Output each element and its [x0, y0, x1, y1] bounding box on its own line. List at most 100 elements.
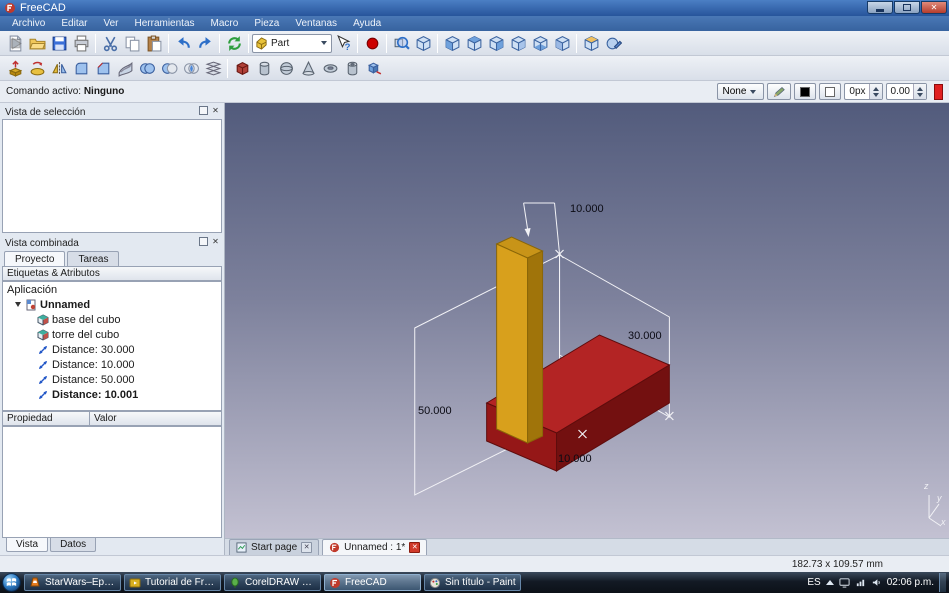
workbench-selector[interactable]: Part	[252, 34, 332, 53]
spin-down-icon[interactable]	[873, 93, 879, 97]
pen-style-button[interactable]	[767, 83, 791, 100]
cross-sections-button[interactable]	[202, 57, 224, 79]
float-panel-icon[interactable]	[199, 106, 208, 115]
menu-archivo[interactable]: Archivo	[4, 18, 53, 29]
tree-item-distance-10-001[interactable]: Distance: 10.001	[3, 387, 221, 402]
fill-color-swatch[interactable]	[819, 83, 841, 100]
primitive-sphere-button[interactable]	[275, 57, 297, 79]
close-button[interactable]	[921, 1, 947, 14]
tree-item-distance-10[interactable]: Distance: 10.000	[3, 357, 221, 372]
float-panel-icon[interactable]	[199, 237, 208, 246]
copy-button[interactable]	[121, 32, 143, 54]
rear-view-button[interactable]	[507, 32, 529, 54]
tab-vista[interactable]: Vista	[6, 538, 48, 552]
primitive-cylinder-button[interactable]	[253, 57, 275, 79]
menu-pieza[interactable]: Pieza	[246, 18, 287, 29]
shape-builder-button[interactable]	[363, 57, 385, 79]
mirror-button[interactable]	[48, 57, 70, 79]
clock[interactable]: 02:06 p.m.	[887, 577, 934, 588]
fillet-button[interactable]	[70, 57, 92, 79]
taskbar-button-media-player[interactable]: StarWars–Episode1 - ...	[24, 574, 121, 591]
record-macro-button[interactable]	[361, 32, 383, 54]
combined-view-title[interactable]: Vista combinada	[2, 236, 222, 250]
paste-button[interactable]	[143, 32, 165, 54]
primitive-torus-button[interactable]	[319, 57, 341, 79]
line-color-swatch[interactable]	[794, 83, 816, 100]
draw-style-button[interactable]	[602, 32, 624, 54]
show-desktop-button[interactable]	[939, 573, 946, 592]
taskbar-button-coreldraw[interactable]: CorelDRAW X7 - C:\...	[224, 574, 321, 591]
right-view-button[interactable]	[485, 32, 507, 54]
start-button[interactable]	[2, 573, 21, 592]
primitive-cone-button[interactable]	[297, 57, 319, 79]
tree-root-application[interactable]: Aplicación	[3, 282, 221, 297]
tab-unnamed-document[interactable]: Unnamed : 1*	[322, 539, 427, 555]
tab-start-page[interactable]: Start page	[229, 539, 319, 555]
menu-ver[interactable]: Ver	[95, 18, 126, 29]
tree-item-distance-50[interactable]: Distance: 50.000	[3, 372, 221, 387]
tab-datos[interactable]: Datos	[50, 538, 96, 552]
tree-item-unnamed-document[interactable]: Unnamed	[3, 297, 221, 312]
spin-up-icon[interactable]	[873, 87, 879, 91]
tree-item-base-del-cubo[interactable]: base del cubo	[3, 312, 221, 327]
refresh-button[interactable]	[223, 32, 245, 54]
boolean-cut-button[interactable]	[158, 57, 180, 79]
line-style-select[interactable]: None	[717, 83, 765, 100]
taskbar-button-tutorial[interactable]: Tutorial de Freecad: ...	[124, 574, 221, 591]
menu-ventanas[interactable]: Ventanas	[287, 18, 345, 29]
column-valor[interactable]: Valor	[90, 411, 222, 426]
axonometric-view-button[interactable]	[412, 32, 434, 54]
expander-icon[interactable]	[15, 302, 21, 307]
close-tab-icon[interactable]	[409, 542, 420, 553]
spin-up-icon[interactable]	[917, 87, 923, 91]
fit-all-button[interactable]	[390, 32, 412, 54]
tree-item-distance-30[interactable]: Distance: 30.000	[3, 342, 221, 357]
tab-tareas[interactable]: Tareas	[67, 251, 119, 266]
language-indicator[interactable]: ES	[807, 577, 820, 588]
menu-ayuda[interactable]: Ayuda	[345, 18, 389, 29]
network-icon[interactable]	[855, 577, 866, 588]
isometric-view-button[interactable]	[580, 32, 602, 54]
display-icon[interactable]	[839, 577, 850, 588]
redo-button[interactable]	[194, 32, 216, 54]
close-tab-icon[interactable]	[301, 542, 312, 553]
extrude-button[interactable]	[4, 57, 26, 79]
front-view-button[interactable]	[441, 32, 463, 54]
property-table[interactable]	[2, 426, 222, 538]
primitive-box-button[interactable]	[231, 57, 253, 79]
tree-item-torre-del-cubo[interactable]: torre del cubo	[3, 327, 221, 342]
revolve-button[interactable]	[26, 57, 48, 79]
volume-icon[interactable]	[871, 577, 882, 588]
save-button[interactable]	[48, 32, 70, 54]
top-view-button[interactable]	[463, 32, 485, 54]
menu-herramientas[interactable]: Herramientas	[127, 18, 203, 29]
primitive-tube-button[interactable]	[341, 57, 363, 79]
chamfer-button[interactable]	[92, 57, 114, 79]
close-panel-icon[interactable]	[211, 106, 220, 115]
show-hidden-icons-icon[interactable]	[826, 580, 834, 585]
print-button[interactable]	[70, 32, 92, 54]
title-bar[interactable]: FreeCAD	[0, 0, 949, 16]
tab-proyecto[interactable]: Proyecto	[4, 251, 65, 266]
menu-macro[interactable]: Macro	[203, 18, 247, 29]
cut-button[interactable]	[99, 32, 121, 54]
close-panel-icon[interactable]	[211, 237, 220, 246]
spin-down-icon[interactable]	[917, 93, 923, 97]
open-folder-button[interactable]	[26, 32, 48, 54]
transparency-spinner[interactable]: 0.00	[886, 83, 927, 100]
minimize-button[interactable]	[867, 1, 893, 14]
3d-viewport[interactable]: 10.000 30.000 50.000 10.000 x y z	[225, 103, 949, 538]
column-propiedad[interactable]: Propiedad	[2, 411, 90, 426]
whats-this-button[interactable]: ?	[332, 32, 354, 54]
taskbar-button-freecad[interactable]: FreeCAD	[324, 574, 421, 591]
selection-view-title[interactable]: Vista de selección	[2, 105, 222, 119]
selection-view-list[interactable]	[2, 119, 222, 233]
boolean-union-button[interactable]	[136, 57, 158, 79]
line-width-spinner[interactable]: 0px	[844, 83, 882, 100]
maximize-button[interactable]	[894, 1, 920, 14]
play-macro-button[interactable]	[4, 32, 26, 54]
menu-editar[interactable]: Editar	[53, 18, 95, 29]
ruled-surface-button[interactable]	[114, 57, 136, 79]
undo-button[interactable]	[172, 32, 194, 54]
taskbar-button-paint[interactable]: Sin título - Paint	[424, 574, 521, 591]
